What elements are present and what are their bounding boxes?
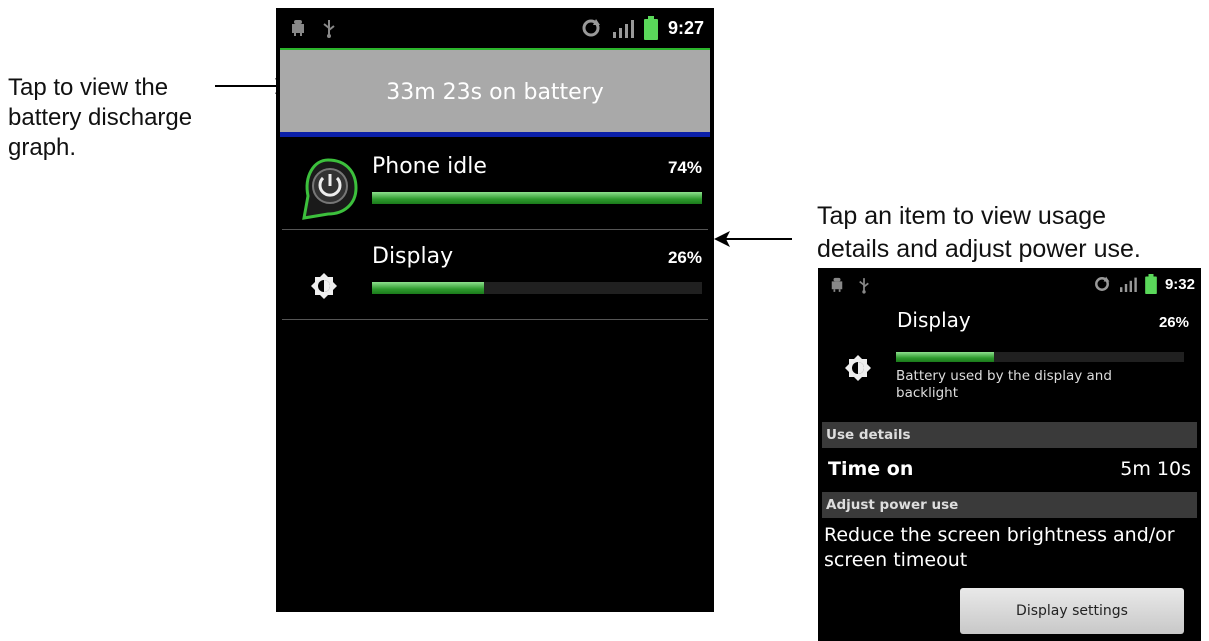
sync-icon bbox=[1095, 276, 1110, 291]
list-divider bbox=[282, 319, 708, 320]
annotation-line: battery discharge bbox=[8, 104, 193, 131]
battery-icon bbox=[643, 16, 658, 40]
android-debug-icon bbox=[292, 20, 304, 36]
phone-screen-battery-use: 9:27 33m 23s on battery Phone idle 74% D… bbox=[276, 8, 714, 612]
detail-percent: 26% bbox=[1158, 314, 1189, 331]
status-time: 9:32 bbox=[1164, 275, 1195, 293]
usage-progress-bar bbox=[372, 282, 702, 294]
usage-progress-fill bbox=[372, 282, 485, 294]
usage-item-label: Phone idle bbox=[372, 154, 487, 179]
header-divider bbox=[280, 132, 710, 137]
phone-screen-usage-details: 9:32 Display 26% Battery used by the dis… bbox=[818, 268, 1201, 641]
brightness-icon bbox=[845, 355, 871, 381]
section-header-use-details: Use details bbox=[822, 422, 1197, 448]
usage-item-phone-idle[interactable]: Phone idle 74% bbox=[276, 140, 714, 230]
detail-progress-fill bbox=[896, 352, 994, 362]
usb-icon bbox=[323, 20, 335, 38]
battery-time-text: 33m 23s on battery bbox=[386, 80, 604, 105]
usage-item-percent: 74% bbox=[667, 158, 702, 177]
usage-item-display[interactable]: Display 26% bbox=[276, 230, 714, 320]
arrow-left-icon bbox=[714, 231, 792, 247]
usage-item-label: Display bbox=[372, 244, 454, 269]
annotation-line: Tap an item to view usage bbox=[817, 202, 1107, 230]
time-on-value: 5m 10s bbox=[1120, 458, 1191, 480]
detail-description: Battery used by the display and backligh… bbox=[896, 368, 1112, 401]
sync-icon bbox=[582, 19, 600, 37]
time-on-label: Time on bbox=[828, 458, 914, 480]
time-on-row: Time on 5m 10s bbox=[828, 458, 1191, 488]
usb-icon bbox=[859, 278, 869, 294]
brightness-icon bbox=[311, 273, 337, 299]
usage-progress-fill bbox=[372, 192, 702, 204]
status-bar: 9:27 bbox=[276, 8, 714, 48]
power-icon bbox=[302, 158, 358, 220]
battery-history-header[interactable]: 33m 23s on battery bbox=[280, 48, 710, 132]
usage-progress-bar bbox=[372, 192, 702, 204]
battery-icon bbox=[1145, 274, 1157, 294]
signal-icon bbox=[612, 20, 634, 38]
detail-progress-bar bbox=[896, 352, 1184, 362]
status-time: 9:27 bbox=[667, 17, 704, 38]
power-advice-text: Reduce the screen brightness and/or scre… bbox=[824, 524, 1175, 571]
detail-title: Display bbox=[897, 308, 971, 332]
section-header-adjust-power: Adjust power use bbox=[822, 492, 1197, 518]
annotation-usage-details: Tap an item to view usage details and ad… bbox=[817, 200, 1207, 266]
display-settings-button[interactable]: Display settings bbox=[960, 588, 1184, 634]
annotation-line: details and adjust power use. bbox=[817, 235, 1141, 263]
status-bar: 9:32 bbox=[818, 268, 1201, 302]
usage-item-percent: 26% bbox=[667, 248, 702, 267]
annotation-line: graph. bbox=[8, 134, 77, 161]
signal-icon bbox=[1119, 277, 1137, 292]
android-debug-icon bbox=[831, 277, 843, 292]
